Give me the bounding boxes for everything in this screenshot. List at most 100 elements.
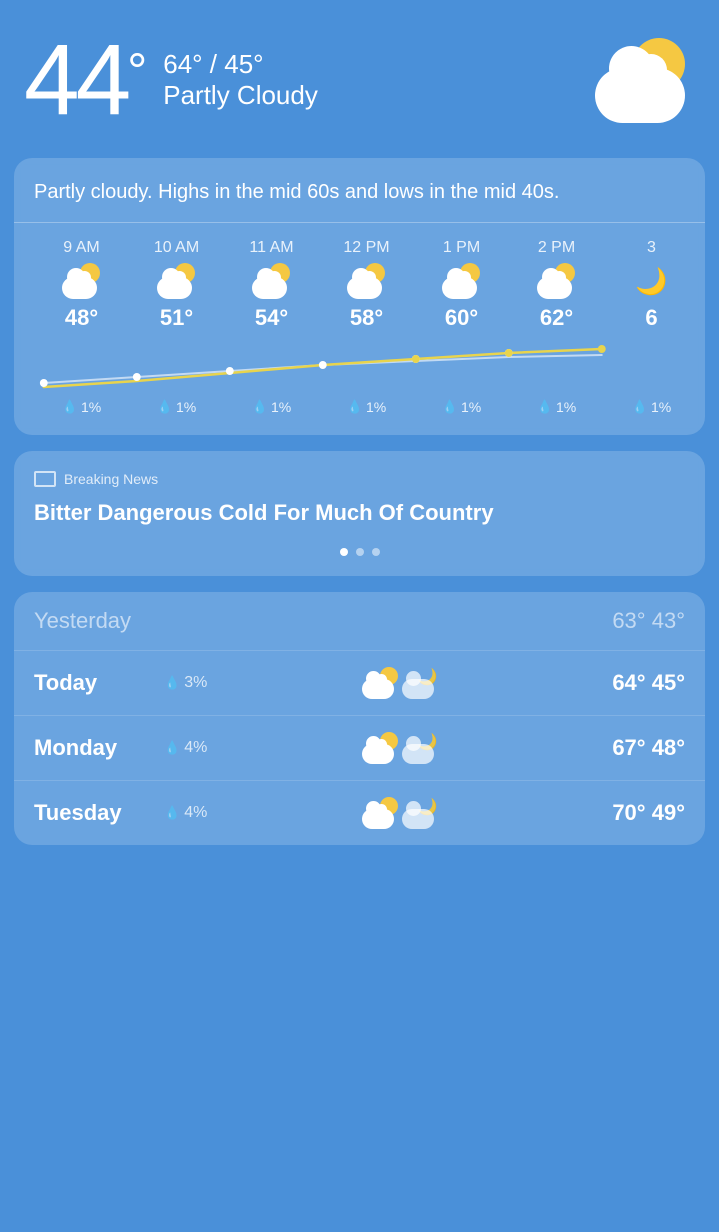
monday-high: 67° <box>612 735 645 760</box>
drop-icon: 💧 <box>157 399 173 415</box>
precip-item: 💧 1% <box>224 399 319 415</box>
day-icon <box>362 732 398 764</box>
temperature-graph <box>34 335 685 395</box>
news-headline: Bitter Dangerous Cold For Much Of Countr… <box>34 499 685 528</box>
hour-label: 1 PM <box>443 239 480 257</box>
hour-item-9am: 9 AM 48° <box>34 239 129 331</box>
hour-item-10am: 10 AM 51° <box>129 239 224 331</box>
drop-icon: 💧 <box>442 399 458 415</box>
hour-icon <box>252 263 292 299</box>
hourly-forecast-card[interactable]: Partly cloudy. Highs in the mid 60s and … <box>14 158 705 435</box>
cloud-icon <box>595 68 685 123</box>
hour-label: 3 <box>647 239 656 257</box>
tuesday-icons: 🌙 <box>234 797 565 829</box>
today-icons: 🌙 <box>234 667 565 699</box>
high-low-display: 64° / 45° <box>163 49 575 80</box>
header-weather-icon <box>595 38 695 123</box>
day-icon <box>362 797 398 829</box>
precip-item: 💧 1% <box>129 399 224 415</box>
hour-temp: 62° <box>540 305 573 331</box>
dot-2[interactable] <box>356 548 364 556</box>
monday-precip: 💧 4% <box>164 739 234 757</box>
precip-value: 1% <box>651 399 671 415</box>
day-label-today: Today <box>34 670 164 696</box>
drop-icon: 💧 <box>632 399 648 415</box>
precip-percent: 4% <box>184 739 207 757</box>
drop-icon: 💧 <box>62 399 78 415</box>
hour-temp: 60° <box>445 305 478 331</box>
drop-icon: 💧 <box>252 399 268 415</box>
tuesday-precip: 💧 4% <box>164 804 234 822</box>
hour-temp: 48° <box>65 305 98 331</box>
hour-temp: 58° <box>350 305 383 331</box>
dot-1[interactable] <box>340 548 348 556</box>
carousel-dots <box>34 548 685 556</box>
precip-item: 💧 1% <box>414 399 509 415</box>
hour-label: 11 AM <box>249 239 293 257</box>
precip-item: 💧 1% <box>604 399 699 415</box>
hour-item-3pm: 3 🌙 6 <box>604 239 685 331</box>
hour-item-1pm: 1 PM 60° <box>414 239 509 331</box>
hour-label: 12 PM <box>343 239 389 257</box>
tuesday-temps: 70° 49° <box>565 800 685 826</box>
daily-row-tuesday[interactable]: Tuesday 💧 4% 🌙 70° 49° <box>14 781 705 845</box>
day-icon <box>362 667 398 699</box>
forecast-description: Partly cloudy. Highs in the mid 60s and … <box>34 178 685 206</box>
monday-icons: 🌙 <box>234 732 565 764</box>
hour-icon <box>537 263 577 299</box>
precip-item: 💧 1% <box>34 399 129 415</box>
night-icon: 🌙 <box>402 732 438 764</box>
daily-row-today[interactable]: Today 💧 3% 🌙 64° 45° <box>14 651 705 716</box>
hour-label: 10 AM <box>154 239 199 257</box>
breaking-news-label: Breaking News <box>34 471 685 487</box>
today-low: 45° <box>652 670 685 695</box>
precip-value: 1% <box>81 399 101 415</box>
daily-row-monday[interactable]: Monday 💧 4% 🌙 67° 48° <box>14 716 705 781</box>
precip-value: 1% <box>556 399 576 415</box>
low-temp: 45° <box>224 49 263 79</box>
precip-value: 1% <box>176 399 196 415</box>
precip-percent: 4% <box>184 804 207 822</box>
precipitation-row: 💧 1% 💧 1% 💧 1% 💧 1% 💧 1% 💧 1% 💧 1% <box>34 399 685 415</box>
temp-details: 64° / 45° Partly Cloudy <box>163 49 575 111</box>
precip-item: 💧 1% <box>319 399 414 415</box>
hour-temp: 51° <box>160 305 193 331</box>
night-icon: 🌙 <box>402 667 438 699</box>
tv-icon <box>34 471 56 487</box>
today-high: 64° <box>612 670 645 695</box>
precip-value: 1% <box>366 399 386 415</box>
today-precip: 💧 3% <box>164 674 234 692</box>
hour-icon <box>157 263 197 299</box>
tuesday-high: 70° <box>612 800 645 825</box>
card-divider <box>14 222 705 223</box>
partly-cloudy-icon-large <box>595 38 695 123</box>
hour-temp: 6 <box>645 305 657 331</box>
dot-3[interactable] <box>372 548 380 556</box>
hourly-scroll: 9 AM 48° 10 AM 51° 11 AM 54° <box>34 239 685 331</box>
degree-symbol: ° <box>127 46 143 96</box>
precip-percent: 3% <box>184 674 207 692</box>
high-temp: 64° <box>163 49 202 79</box>
hour-icon <box>347 263 387 299</box>
weather-header: 44° 64° / 45° Partly Cloudy <box>0 0 719 150</box>
precip-value: 1% <box>271 399 291 415</box>
night-icon: 🌙 <box>402 797 438 829</box>
hour-label: 9 AM <box>63 239 99 257</box>
precip-item: 💧 1% <box>509 399 604 415</box>
hour-item-12pm: 12 PM 58° <box>319 239 414 331</box>
yesterday-temps: 63° 43° <box>565 608 685 634</box>
crescent-icon: 🌙 <box>634 263 670 299</box>
monday-low: 48° <box>652 735 685 760</box>
precip-value: 1% <box>461 399 481 415</box>
day-label-tuesday: Tuesday <box>34 800 164 826</box>
temp-separator: / <box>210 49 217 79</box>
today-temps: 64° 45° <box>565 670 685 696</box>
drop-icon: 💧 <box>347 399 363 415</box>
breaking-news-card[interactable]: Breaking News Bitter Dangerous Cold For … <box>14 451 705 576</box>
day-label-monday: Monday <box>34 735 164 761</box>
drop-icon: 💧 <box>537 399 553 415</box>
weather-condition: Partly Cloudy <box>163 80 575 111</box>
yesterday-low: 43° <box>652 608 685 633</box>
tuesday-low: 49° <box>652 800 685 825</box>
daily-forecast-card[interactable]: Yesterday 63° 43° Today 💧 3% 🌙 64° 45° <box>14 592 705 845</box>
